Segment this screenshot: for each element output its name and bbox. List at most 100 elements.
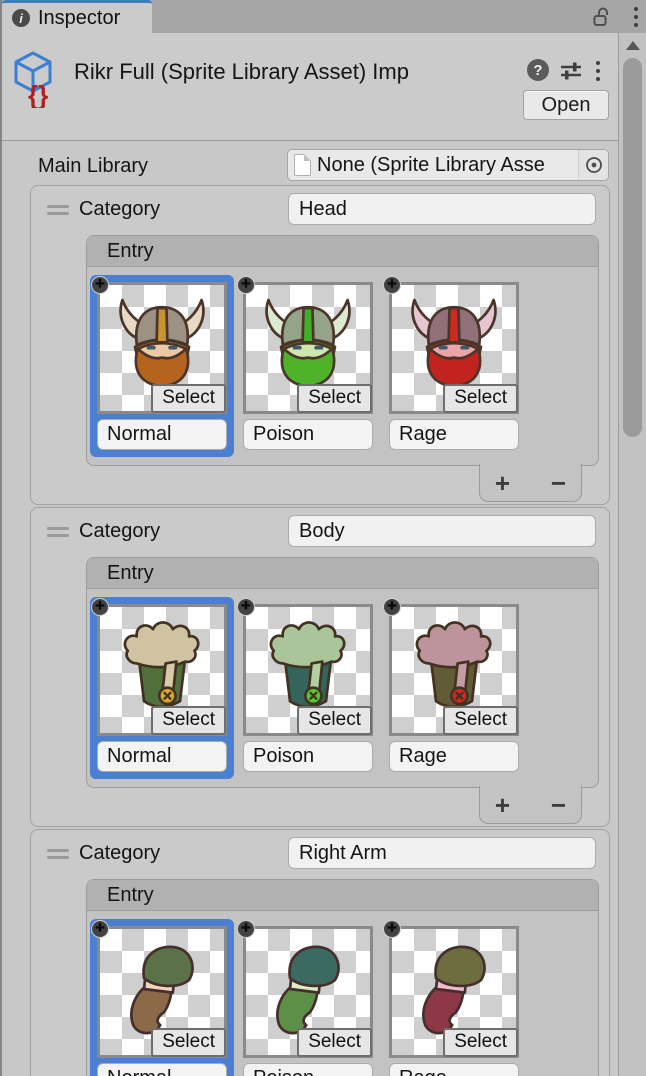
category-box-right-arm: Category Right Arm Entry + Select Normal	[30, 829, 610, 1076]
entry-name-field[interactable]: Poison	[243, 1063, 373, 1076]
vertical-scrollbar[interactable]	[618, 33, 646, 1076]
entry-name-field[interactable]: Normal	[97, 419, 227, 450]
entry-header: Entry	[87, 236, 598, 267]
sprite-thumbnail[interactable]: + Select	[389, 604, 519, 736]
entry-cell[interactable]: + Select Rage	[382, 597, 526, 779]
add-sprite-icon[interactable]: +	[91, 920, 109, 938]
category-label: Category	[79, 198, 160, 221]
category-name-field[interactable]: Head	[288, 193, 596, 225]
object-picker-button[interactable]	[578, 150, 608, 180]
entry-name-field[interactable]: Normal	[97, 741, 227, 772]
category-label: Category	[79, 520, 160, 543]
inspector-content: Main Library None (Sprite Library Asse C…	[0, 141, 618, 1076]
select-button[interactable]: Select	[151, 1028, 226, 1057]
tab-more-menu-icon[interactable]	[634, 7, 638, 27]
document-icon	[294, 154, 311, 176]
target-icon	[584, 155, 604, 175]
category-row: Category Right Arm	[31, 837, 609, 871]
header-more-menu-icon[interactable]	[596, 61, 600, 81]
help-icon[interactable]: ?	[527, 59, 549, 81]
sprite-thumbnail[interactable]: + Select	[97, 926, 227, 1058]
add-sprite-icon[interactable]: +	[237, 276, 255, 294]
drag-handle-icon[interactable]	[47, 205, 69, 219]
entry-box: Entry + Select Normal +	[86, 235, 599, 466]
entry-cell[interactable]: + Select Rage	[382, 275, 526, 457]
entry-label: Entry	[107, 240, 154, 263]
select-button[interactable]: Select	[443, 384, 518, 413]
entry-box: Entry + Select Normal +	[86, 557, 599, 788]
scroll-up-arrow-icon[interactable]	[626, 41, 640, 50]
add-sprite-icon[interactable]: +	[91, 276, 109, 294]
scrollbar-thumb[interactable]	[623, 58, 642, 437]
category-row: Category Body	[31, 515, 609, 549]
entry-name-field[interactable]: Normal	[97, 1063, 227, 1076]
category-label: Category	[79, 842, 160, 865]
select-button[interactable]: Select	[151, 384, 226, 413]
main-library-object-field[interactable]: None (Sprite Library Asse	[287, 149, 609, 181]
tab-inspector[interactable]: i Inspector	[2, 0, 152, 33]
select-button[interactable]: Select	[297, 384, 372, 413]
open-button[interactable]: Open	[523, 90, 609, 120]
entry-name-field[interactable]: Poison	[243, 419, 373, 450]
entry-name-field[interactable]: Rage	[389, 419, 519, 450]
sprite-library-asset-icon: {}	[12, 50, 62, 108]
select-button[interactable]: Select	[443, 706, 518, 735]
add-sprite-icon[interactable]: +	[383, 598, 401, 616]
entry-cell[interactable]: + Select Rage	[382, 919, 526, 1076]
entry-cell[interactable]: + Select Poison	[236, 597, 380, 779]
unlock-icon[interactable]	[592, 6, 612, 28]
entry-cell[interactable]: + Select Normal	[90, 275, 234, 457]
entry-name-field[interactable]: Rage	[389, 741, 519, 772]
presets-icon[interactable]	[559, 60, 583, 82]
asset-title: Rikr Full (Sprite Library Asset) Imp	[74, 59, 520, 85]
category-box-head: Category Head Entry + Select Normal	[30, 185, 610, 505]
entry-name-field[interactable]: Rage	[389, 1063, 519, 1076]
sprite-thumbnail[interactable]: + Select	[97, 604, 227, 736]
main-library-label: Main Library	[38, 155, 148, 178]
entry-list: + Select Normal + Select Poison	[87, 911, 598, 1076]
sprite-thumbnail[interactable]: + Select	[97, 282, 227, 414]
entry-cell[interactable]: + Select Poison	[236, 919, 380, 1076]
sprite-thumbnail[interactable]: + Select	[243, 604, 373, 736]
select-button[interactable]: Select	[151, 706, 226, 735]
entry-header: Entry	[87, 880, 598, 911]
sprite-thumbnail[interactable]: + Select	[243, 282, 373, 414]
entry-list: + Select Normal + Select Poison	[87, 589, 598, 787]
entry-cell[interactable]: + Select Normal	[90, 597, 234, 779]
main-library-row: Main Library None (Sprite Library Asse	[0, 149, 618, 185]
sprite-thumbnail[interactable]: + Select	[389, 926, 519, 1058]
entry-box: Entry + Select Normal +	[86, 879, 599, 1076]
tab-label: Inspector	[38, 7, 120, 30]
category-box-body: Category Body Entry + Select Normal	[30, 507, 610, 827]
category-row: Category Head	[31, 193, 609, 227]
footer-buttons: + −	[479, 786, 582, 824]
drag-handle-icon[interactable]	[47, 527, 69, 541]
select-button[interactable]: Select	[443, 1028, 518, 1057]
entry-list-footer: + −	[31, 466, 609, 504]
category-name-field[interactable]: Right Arm	[288, 837, 596, 869]
svg-text:{}: {}	[28, 80, 48, 108]
entry-list-footer: + −	[31, 788, 609, 826]
sprite-thumbnail[interactable]: + Select	[243, 926, 373, 1058]
add-entry-button[interactable]: +	[488, 790, 518, 820]
remove-entry-button[interactable]: −	[544, 790, 574, 820]
add-sprite-icon[interactable]: +	[91, 598, 109, 616]
inspector-panel: i Inspector {} Rikr Full (Sprite Library…	[0, 0, 646, 1076]
add-sprite-icon[interactable]: +	[237, 598, 255, 616]
add-sprite-icon[interactable]: +	[237, 920, 255, 938]
entry-name-field[interactable]: Poison	[243, 741, 373, 772]
drag-handle-icon[interactable]	[47, 849, 69, 863]
category-name-field[interactable]: Body	[288, 515, 596, 547]
select-button[interactable]: Select	[297, 1028, 372, 1057]
add-sprite-icon[interactable]: +	[383, 276, 401, 294]
add-entry-button[interactable]: +	[488, 468, 518, 498]
sprite-thumbnail[interactable]: + Select	[389, 282, 519, 414]
object-field-value: None (Sprite Library Asse	[317, 154, 578, 177]
entry-cell[interactable]: + Select Poison	[236, 275, 380, 457]
remove-entry-button[interactable]: −	[544, 468, 574, 498]
entry-label: Entry	[107, 562, 154, 585]
add-sprite-icon[interactable]: +	[383, 920, 401, 938]
select-button[interactable]: Select	[297, 706, 372, 735]
tab-bar: i Inspector	[0, 0, 646, 33]
entry-cell[interactable]: + Select Normal	[90, 919, 234, 1076]
